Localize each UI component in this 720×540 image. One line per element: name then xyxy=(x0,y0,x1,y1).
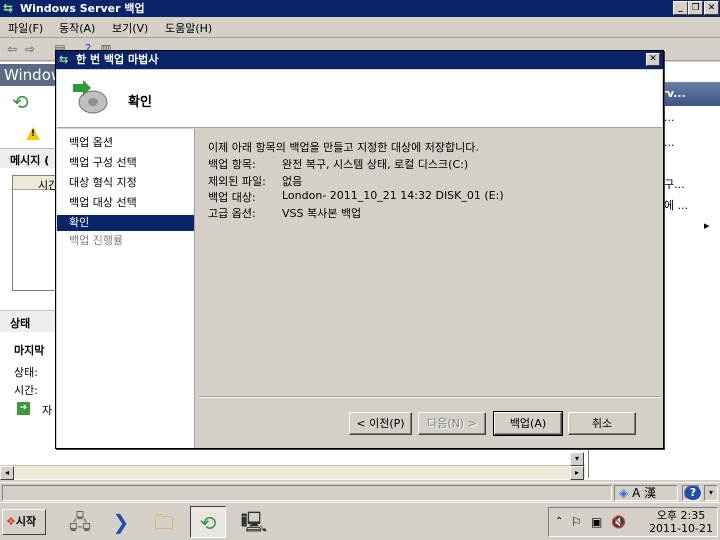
backup-button[interactable]: 백업(A) xyxy=(493,411,563,436)
step-destination-type[interactable]: 대상 형식 지정 xyxy=(57,175,194,191)
window-title: Windows Server 백업 xyxy=(20,2,145,15)
scroll-left-button[interactable]: ◂ xyxy=(0,466,14,480)
back-icon[interactable]: ⇦ xyxy=(4,42,20,57)
ime-help-icon[interactable]: ? xyxy=(684,485,702,501)
minimize-button[interactable]: _ xyxy=(673,1,688,15)
start-label: 시작 xyxy=(15,515,37,528)
menu-bar: 파일(F) 동작(A) 보기(V) 도움말(H) xyxy=(0,17,720,38)
button-separator xyxy=(199,396,661,398)
dialog-titlebar: ⇆ 한 번 백업 마법사 ✕ xyxy=(56,51,663,69)
next-button: 다음(N) > xyxy=(418,412,486,435)
detail-label-destination: 백업 대상: xyxy=(208,191,256,204)
backup-task-icon[interactable]: ⟲ xyxy=(190,506,226,538)
background-header: Windows xyxy=(0,64,60,86)
dialog-close-button[interactable]: ✕ xyxy=(646,53,660,66)
start-button[interactable]: ❖시작 xyxy=(2,509,46,535)
flag-icon[interactable]: ⚐ xyxy=(571,515,582,529)
link-partial[interactable]: 자 xyxy=(42,402,52,418)
step-confirmation[interactable]: 확인 xyxy=(57,215,194,231)
menu-help[interactable]: 도움말(H) xyxy=(165,20,212,36)
status-section: 상태 xyxy=(10,317,31,330)
backup-drive-icon xyxy=(69,80,109,116)
clock-time: 오후 2:35 xyxy=(656,509,706,522)
status-bar: ◈ A 漢 ⚒ ? ▾ xyxy=(0,482,720,502)
powershell-icon[interactable]: ❯ xyxy=(103,506,139,538)
action-item-2[interactable]: ... xyxy=(664,136,675,149)
remote-desktop-icon[interactable]: 🖳 xyxy=(236,506,272,538)
action-item-3[interactable]: 구... xyxy=(664,176,685,192)
status-label: 상태: xyxy=(14,366,38,379)
server-manager-icon[interactable]: 🖧 xyxy=(62,506,98,538)
close-button[interactable]: ✕ xyxy=(704,1,719,15)
detail-label-advanced: 고급 옵션: xyxy=(208,207,256,220)
dialog-title: 한 번 백업 마법사 xyxy=(76,53,159,66)
taskbar: ❖시작 🖧 ❯ 🗀 ⟲ 🖳 ⌃ ⚐ ▣ 🔇 오후 2:35 2011-10-21 xyxy=(0,502,720,540)
message-header: 메시지 ( xyxy=(10,154,50,167)
backup-icon-bg: ⟲ xyxy=(12,90,29,114)
windows-logo-icon: ❖ xyxy=(6,515,16,528)
dialog-header: 확인 xyxy=(57,70,662,128)
dialog-header-title: 확인 xyxy=(128,95,152,110)
backup-wizard-dialog: ⇆ 한 번 백업 마법사 ✕ 확인 백업 옵션 백업 구성 선택 대상 형식 지… xyxy=(55,50,664,449)
app-icon: ⇆ xyxy=(3,1,14,15)
dialog-body: 이제 아래 항목의 백업을 만들고 지정한 대상에 저장합니다. 백업 항목: … xyxy=(196,129,662,447)
forward-icon[interactable]: ⇨ xyxy=(22,42,38,57)
system-tray: ⌃ ⚐ ▣ 🔇 오후 2:35 2011-10-21 xyxy=(548,507,718,537)
scroll-right-button[interactable]: ▸ xyxy=(570,466,584,480)
ime-text: A 漢 xyxy=(632,486,657,500)
detail-value-excluded: 없음 xyxy=(282,175,303,188)
time-label: 시간: xyxy=(14,384,38,397)
step-backup-options[interactable]: 백업 옵션 xyxy=(57,135,194,151)
ime-options-icon[interactable]: ▾ xyxy=(704,485,718,501)
previous-button[interactable]: < 이전(P) xyxy=(349,412,412,435)
arrow-link-icon[interactable]: ➔ xyxy=(17,402,30,415)
step-backup-progress: 백업 진행률 xyxy=(69,234,124,247)
wizard-steps: 백업 옵션 백업 구성 선택 대상 형식 지정 백업 대상 선택 확인 백업 진… xyxy=(57,129,195,448)
detail-label-excluded: 제외된 파일: xyxy=(208,175,266,188)
step-select-destination[interactable]: 백업 대상 선택 xyxy=(57,195,194,211)
intro-text: 이제 아래 항목의 백업을 만들고 지정한 대상에 저장합니다. xyxy=(208,141,479,154)
detail-value-items: 완전 복구, 시스템 상태, 로컬 디스크(C:) xyxy=(282,158,469,171)
menu-action[interactable]: 동작(A) xyxy=(59,20,95,36)
ime-icon: ◈ xyxy=(619,486,629,500)
action-item-1[interactable]: ... xyxy=(664,111,675,124)
detail-label-items: 백업 항목: xyxy=(208,158,256,171)
menu-file[interactable]: 파일(F) xyxy=(8,20,43,36)
dialog-app-icon: ⇆ xyxy=(59,53,69,66)
clock[interactable]: 오후 2:35 2011-10-21 xyxy=(649,509,713,535)
menu-view[interactable]: 보기(V) xyxy=(112,20,148,36)
submenu-arrow-icon[interactable]: ▸ xyxy=(704,219,710,232)
network-icon[interactable]: ▣ xyxy=(591,515,602,529)
restore-button[interactable]: ❐ xyxy=(688,1,703,15)
volume-icon[interactable]: 🔇 xyxy=(611,515,626,529)
step-select-config[interactable]: 백업 구성 선택 xyxy=(57,155,194,171)
explorer-icon[interactable]: 🗀 xyxy=(146,506,182,538)
clock-date: 2011-10-21 xyxy=(649,522,713,535)
action-item-4[interactable]: 에 ... xyxy=(664,197,688,213)
horizontal-scrollbar[interactable]: ◂ ▸ xyxy=(0,465,585,480)
detail-value-destination: London- 2011_10_21 14:32 DISK_01 (E:) xyxy=(282,189,504,202)
detail-value-advanced: VSS 복사본 백업 xyxy=(282,207,362,220)
main-titlebar: ⇆ Windows Server 백업 _ ❐ ✕ xyxy=(0,0,720,17)
scroll-down-button[interactable]: ▾ xyxy=(570,452,584,466)
last-row: 마지막 xyxy=(14,344,45,357)
cancel-button[interactable]: 취소 xyxy=(568,412,636,435)
tray-expand-icon[interactable]: ⌃ xyxy=(555,516,563,527)
status-cell xyxy=(2,485,612,501)
ime-indicator[interactable]: ◈ A 漢 xyxy=(614,485,678,501)
